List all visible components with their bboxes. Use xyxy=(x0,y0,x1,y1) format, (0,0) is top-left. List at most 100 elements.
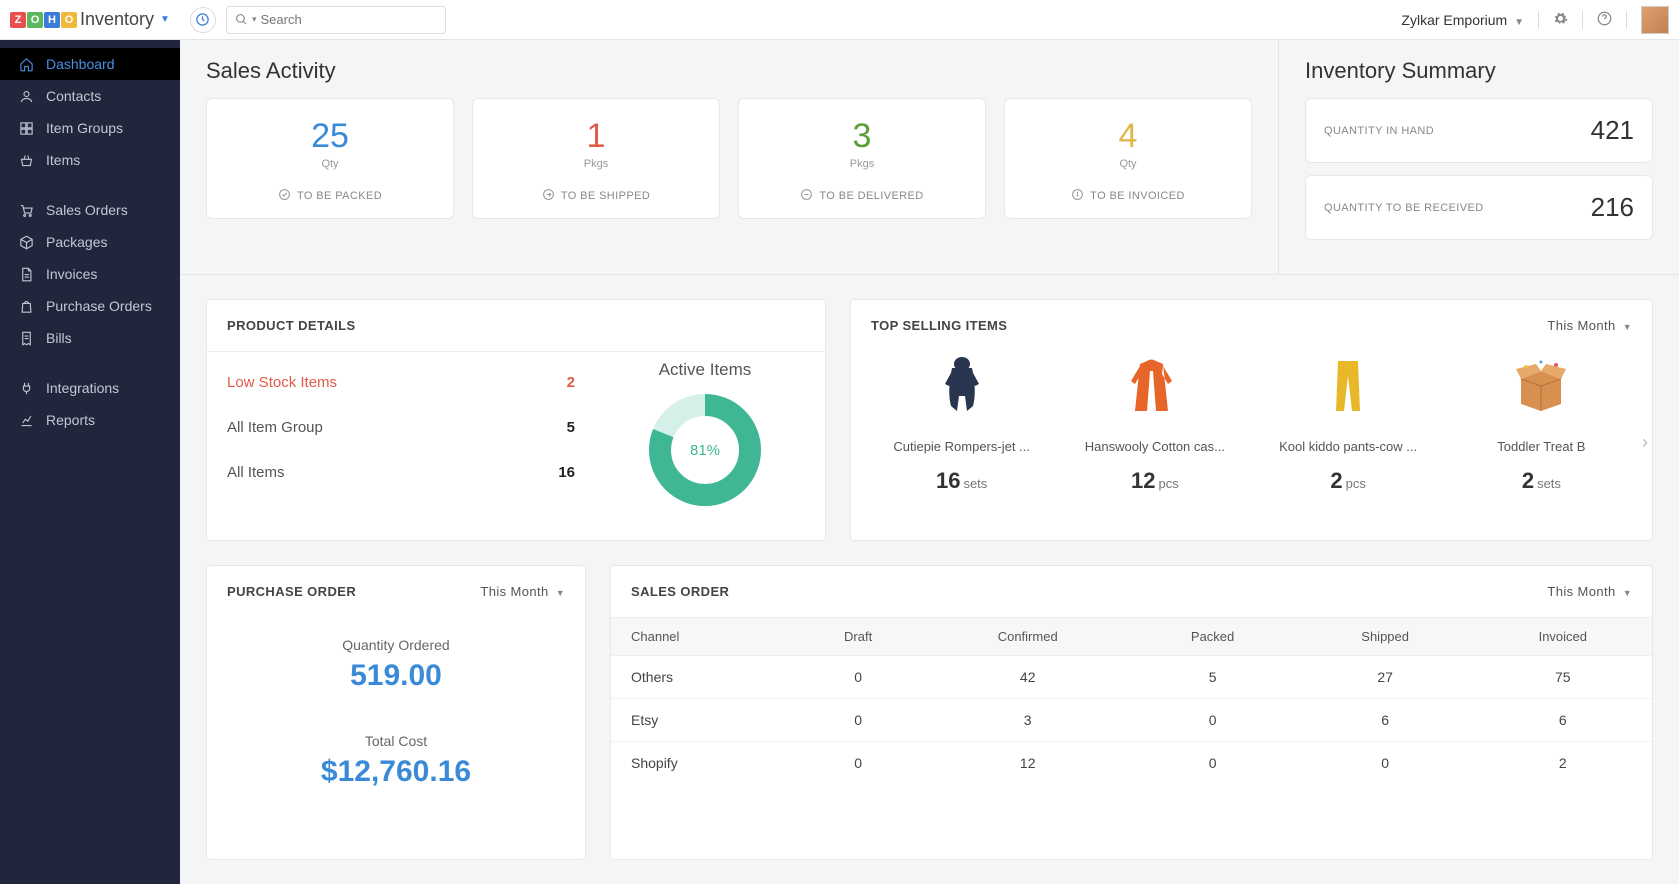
filter-dropdown[interactable]: This Month ▼ xyxy=(1547,584,1632,599)
nav-label: Integrations xyxy=(46,380,119,396)
table-header: Draft xyxy=(789,618,927,656)
item-qty: 16sets xyxy=(873,468,1050,494)
top-selling-panel: TOP SELLING ITEMS This Month ▼ Cutiepie … xyxy=(850,299,1653,541)
card-value: 4 xyxy=(1015,117,1241,156)
card-label: TO BE DELIVERED xyxy=(749,188,975,204)
table-header: Shipped xyxy=(1297,618,1474,656)
sidebar-item-bills[interactable]: Bills xyxy=(0,322,180,354)
org-switcher[interactable]: Zylkar Emporium ▼ xyxy=(1401,12,1524,28)
sidebar-item-item-groups[interactable]: Item Groups xyxy=(0,112,180,144)
plug-icon xyxy=(18,381,34,396)
chart-icon xyxy=(18,413,34,428)
item-name: Cutiepie Rompers-jet ... xyxy=(873,439,1050,454)
sidebar-item-packages[interactable]: Packages xyxy=(0,226,180,258)
app-name: Inventory xyxy=(80,9,154,30)
qty-ordered-value: 519.00 xyxy=(227,659,565,693)
sidebar-item-items[interactable]: Items xyxy=(0,144,180,176)
user-icon xyxy=(18,89,34,104)
table-cell: 6 xyxy=(1474,699,1652,742)
table-header: Confirmed xyxy=(927,618,1129,656)
donut-percent: 81% xyxy=(645,390,765,510)
table-row[interactable]: Others04252775 xyxy=(611,656,1652,699)
section-title: Sales Activity xyxy=(206,58,1252,84)
table-header: Packed xyxy=(1129,618,1297,656)
sales-card[interactable]: 3PkgsTO BE DELIVERED xyxy=(738,98,986,219)
next-button[interactable]: › xyxy=(1642,432,1648,453)
value: 5 xyxy=(567,419,575,436)
app-logo[interactable]: ZOHO Inventory ▼ xyxy=(10,9,170,30)
table-cell: 0 xyxy=(1129,699,1297,742)
product-detail-row[interactable]: Low Stock Items2 xyxy=(227,360,575,405)
table-cell: 27 xyxy=(1297,656,1474,699)
table-cell: Others xyxy=(611,656,789,699)
table-cell: 0 xyxy=(789,656,927,699)
cart-icon xyxy=(18,203,34,218)
value: 216 xyxy=(1591,192,1634,223)
table-row[interactable]: Etsy03066 xyxy=(611,699,1652,742)
help-icon xyxy=(1597,11,1612,26)
file-icon xyxy=(18,267,34,282)
top-selling-item[interactable]: Toddler Treat B2sets xyxy=(1447,351,1636,494)
nav-label: Items xyxy=(46,152,80,168)
caret-down-icon: ▾ xyxy=(252,14,257,25)
product-details-panel: PRODUCT DETAILS Low Stock Items2All Item… xyxy=(206,299,826,541)
top-selling-item[interactable]: Kool kiddo pants-cow ...2pcs xyxy=(1254,351,1443,494)
total-cost-label: Total Cost xyxy=(227,733,565,749)
item-image xyxy=(1453,351,1630,421)
table-cell: Etsy xyxy=(611,699,789,742)
product-detail-row[interactable]: All Item Group5 xyxy=(227,405,575,450)
active-items-chart: Active Items 81% xyxy=(605,360,805,510)
sales-card[interactable]: 25QtyTO BE PACKED xyxy=(206,98,454,219)
status-icon xyxy=(1071,188,1084,204)
sidebar-item-integrations[interactable]: Integrations xyxy=(0,372,180,404)
panel-header: PRODUCT DETAILS xyxy=(207,300,825,351)
table-cell: 0 xyxy=(789,699,927,742)
item-image xyxy=(1260,351,1437,421)
item-qty: 2pcs xyxy=(1260,468,1437,494)
zoho-logo-icon: ZOHO xyxy=(10,12,77,28)
recent-activity-button[interactable] xyxy=(190,7,216,33)
divider xyxy=(1626,11,1627,29)
bag-icon xyxy=(18,299,34,314)
status-icon xyxy=(800,188,813,204)
avatar[interactable] xyxy=(1641,6,1669,34)
status-icon xyxy=(542,188,555,204)
caret-down-icon: ▼ xyxy=(1623,588,1632,598)
item-name: Toddler Treat B xyxy=(1453,439,1630,454)
sales-order-table: ChannelDraftConfirmedPackedShippedInvoic… xyxy=(611,617,1652,784)
table-cell: 5 xyxy=(1129,656,1297,699)
sidebar-item-contacts[interactable]: Contacts xyxy=(0,80,180,112)
sales-card[interactable]: 4QtyTO BE INVOICED xyxy=(1004,98,1252,219)
item-name: Hanswooly Cotton cas... xyxy=(1066,439,1243,454)
card-unit: Qty xyxy=(217,158,443,170)
product-detail-row[interactable]: All Items16 xyxy=(227,450,575,495)
item-image xyxy=(873,351,1050,421)
caret-down-icon: ▼ xyxy=(1514,17,1524,28)
nav-label: Dashboard xyxy=(46,56,115,72)
table-row[interactable]: Shopify012002 xyxy=(611,742,1652,785)
sidebar-item-sales-orders[interactable]: Sales Orders xyxy=(0,194,180,226)
filter-dropdown[interactable]: This Month ▼ xyxy=(1547,318,1632,333)
table-cell: 2 xyxy=(1474,742,1652,785)
sidebar-item-purchase-orders[interactable]: Purchase Orders xyxy=(0,290,180,322)
search-input[interactable] xyxy=(260,12,436,27)
settings-button[interactable] xyxy=(1553,11,1568,29)
caret-down-icon: ▼ xyxy=(1623,322,1632,332)
table-cell: 12 xyxy=(927,742,1129,785)
help-button[interactable] xyxy=(1597,11,1612,29)
table-cell: 0 xyxy=(1129,742,1297,785)
qty-ordered-label: Quantity Ordered xyxy=(227,637,565,653)
top-selling-item[interactable]: Hanswooly Cotton cas...12pcs xyxy=(1060,351,1249,494)
card-unit: Pkgs xyxy=(749,158,975,170)
filter-dropdown[interactable]: This Month ▼ xyxy=(480,584,565,599)
sidebar: Dashboard ContactsItem Groups Items Sales … xyxy=(0,40,180,884)
sidebar-item-dashboard[interactable]: Dashboard xyxy=(0,48,180,80)
nav-label: Packages xyxy=(46,234,107,250)
sales-card[interactable]: 1PkgsTO BE SHIPPED xyxy=(472,98,720,219)
sidebar-item-invoices[interactable]: Invoices xyxy=(0,258,180,290)
table-header: Channel xyxy=(611,618,789,656)
search-box[interactable]: ▾ xyxy=(226,6,446,34)
sidebar-item-reports[interactable]: Reports xyxy=(0,404,180,436)
section-title: Inventory Summary xyxy=(1305,58,1653,84)
top-selling-item[interactable]: Cutiepie Rompers-jet ... 16sets xyxy=(867,351,1056,494)
